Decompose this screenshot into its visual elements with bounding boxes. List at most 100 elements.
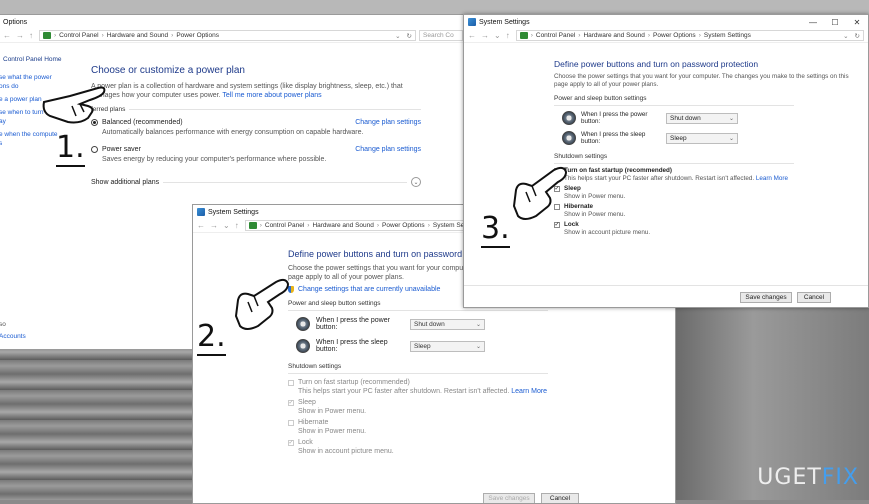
sleep-button-label: When I press the sleep button:	[581, 131, 646, 145]
breadcrumb-item[interactable]: Power Options	[382, 222, 425, 229]
breadcrumb-item[interactable]: Control Panel	[59, 32, 98, 39]
main-content: Define power buttons and turn on passwor…	[554, 59, 854, 237]
up-icon[interactable]: ↑	[235, 221, 239, 230]
history-icon[interactable]: ⌄	[223, 221, 230, 230]
forward-icon[interactable]: →	[210, 221, 218, 230]
plan-desc: Saves energy by reducing your computer's…	[102, 156, 327, 163]
learn-more-link[interactable]: Tell me more about power plans	[222, 92, 321, 99]
change-settings-link[interactable]: Change settings that are currently unava…	[298, 286, 440, 293]
history-icon[interactable]: ⌄	[494, 31, 501, 40]
power-button-label: When I press the power button:	[581, 111, 648, 125]
page-title: Define power buttons and turn on passwor…	[554, 59, 759, 69]
chevron-down-icon: ⌄	[475, 321, 481, 328]
power-button-dropdown[interactable]: Shut down ⌄	[666, 112, 738, 124]
background-strip	[0, 0, 869, 14]
cancel-button[interactable]: Cancel	[797, 292, 831, 303]
chevron-down-icon: ⌄	[728, 135, 734, 142]
shutdown-options: Turn on fast startup (recommended) This …	[554, 167, 854, 237]
titlebar: Options	[0, 15, 467, 29]
sleep-button-dropdown[interactable]: Sleep ⌄	[666, 132, 738, 144]
option-name: Lock	[298, 439, 313, 446]
shutdown-section-label: Shutdown settings	[554, 153, 608, 160]
sidebar-home-link[interactable]: Control Panel Home	[3, 55, 79, 64]
sleep-button-dropdown[interactable]: Sleep ⌄	[410, 340, 485, 352]
system-settings-window-unlocked: System Settings — ☐ ✕ ← → ⌄ ↑ › Control Pan…	[463, 14, 869, 308]
save-changes-button[interactable]: Save changes	[740, 292, 792, 303]
breadcrumb-item[interactable]: Hardware and Sound	[312, 222, 373, 229]
sidebar-see-also: so	[0, 321, 6, 328]
control-panel-icon	[519, 32, 528, 39]
address-bar: ← → ⌄ ↑ › Control Panel › Hardware and Soun…	[464, 29, 868, 43]
system-settings-icon	[468, 18, 476, 26]
breadcrumb-item[interactable]: System Settings	[704, 32, 751, 39]
page-description-2: page apply to all of your power plans.	[554, 81, 659, 88]
checkbox-disabled[interactable]	[288, 379, 294, 386]
step-1-label: 1.	[56, 130, 85, 167]
option-desc: Show in Power menu.	[564, 211, 626, 218]
breadcrumb-item[interactable]: Control Panel	[265, 222, 304, 229]
close-icon[interactable]: ✕	[846, 15, 868, 29]
up-icon[interactable]: ↑	[506, 31, 510, 40]
breadcrumb[interactable]: › Control Panel › Hardware and Sound › P…	[39, 30, 416, 41]
back-icon[interactable]: ←	[197, 221, 205, 230]
refresh-icon[interactable]: ↻	[855, 32, 860, 40]
maximize-icon[interactable]: ☐	[824, 15, 846, 29]
breadcrumb-item[interactable]: Hardware and Sound	[583, 32, 644, 39]
breadcrumb-item[interactable]: Power Options	[653, 32, 696, 39]
save-changes-button[interactable]: Save changes	[483, 493, 535, 503]
plan-name[interactable]: Power saver	[102, 146, 141, 153]
shutdown-section-label: Shutdown settings	[288, 363, 342, 370]
system-settings-icon	[197, 208, 205, 216]
change-plan-link[interactable]: Change plan settings	[355, 119, 421, 126]
breadcrumb-item[interactable]: Hardware and Sound	[107, 32, 168, 39]
show-additional-label[interactable]: Show additional plans	[91, 179, 159, 186]
control-panel-icon	[43, 32, 51, 39]
sidebar-user-accounts[interactable]: Accounts	[0, 331, 26, 343]
cancel-button[interactable]: Cancel	[541, 493, 579, 503]
address-bar: ← → ↑ › Control Panel › Hardware and Sound…	[0, 29, 467, 43]
breadcrumb[interactable]: › Control Panel › Hardware and Sound › P…	[515, 30, 864, 41]
window-title: System Settings	[479, 18, 530, 26]
radio-icon[interactable]	[91, 146, 98, 153]
control-panel-icon	[248, 222, 257, 229]
power-button-icon	[562, 111, 576, 125]
titlebar: System Settings — ☐ ✕	[464, 15, 868, 29]
change-plan-link[interactable]: Change plan settings	[355, 146, 421, 153]
power-button-dropdown[interactable]: Shut down ⌄	[410, 318, 485, 330]
power-sleep-section-label: Power and sleep button settings	[554, 95, 647, 102]
plan-power-saver: Power saver Change plan settings Saves e…	[91, 146, 421, 163]
up-icon[interactable]: ↑	[29, 31, 33, 40]
option-desc: Show in Power menu.	[298, 408, 367, 415]
forward-icon[interactable]: →	[481, 31, 489, 40]
power-button-value: Shut down	[414, 320, 445, 328]
breadcrumb-item[interactable]: Power Options	[176, 32, 219, 39]
plan-name[interactable]: Balanced (recommended)	[102, 119, 183, 126]
checkbox-disabled[interactable]: ✓	[288, 399, 294, 406]
refresh-icon[interactable]: ↻	[407, 32, 412, 40]
back-icon[interactable]: ←	[3, 31, 11, 40]
expand-icon[interactable]: ⌄	[411, 177, 421, 187]
step-2-label: 2.	[197, 319, 226, 356]
sleep-button-value: Sleep	[670, 134, 687, 142]
search-input[interactable]: Search Co	[419, 30, 463, 41]
learn-more-link[interactable]: Learn More	[511, 388, 547, 395]
show-additional-plans[interactable]: Show additional plans ⌄	[91, 177, 421, 187]
back-icon[interactable]: ←	[468, 31, 476, 40]
forward-icon[interactable]: →	[16, 31, 24, 40]
sleep-button-label: When I press the sleep button:	[316, 339, 388, 353]
chevron-down-icon[interactable]: ⌄	[395, 32, 400, 40]
page-description-2: manages how your computer uses power.	[91, 92, 221, 99]
checkbox-disabled[interactable]	[288, 419, 294, 426]
checkbox-disabled[interactable]: ✓	[288, 439, 294, 446]
minimize-icon[interactable]: —	[802, 15, 824, 29]
sidebar-item[interactable]: se what the power	[0, 73, 79, 82]
power-button-value: Shut down	[670, 114, 701, 122]
learn-more-link[interactable]: Learn More	[756, 175, 788, 182]
sleep-button-icon	[296, 339, 310, 353]
option-desc: Show in account picture menu.	[298, 448, 394, 455]
chevron-down-icon: ⌄	[728, 115, 734, 122]
chevron-down-icon[interactable]: ⌄	[843, 32, 848, 40]
option-desc: Show in Power menu.	[298, 428, 367, 435]
breadcrumb-item[interactable]: Control Panel	[536, 32, 575, 39]
option-name: Hibernate	[298, 419, 329, 426]
